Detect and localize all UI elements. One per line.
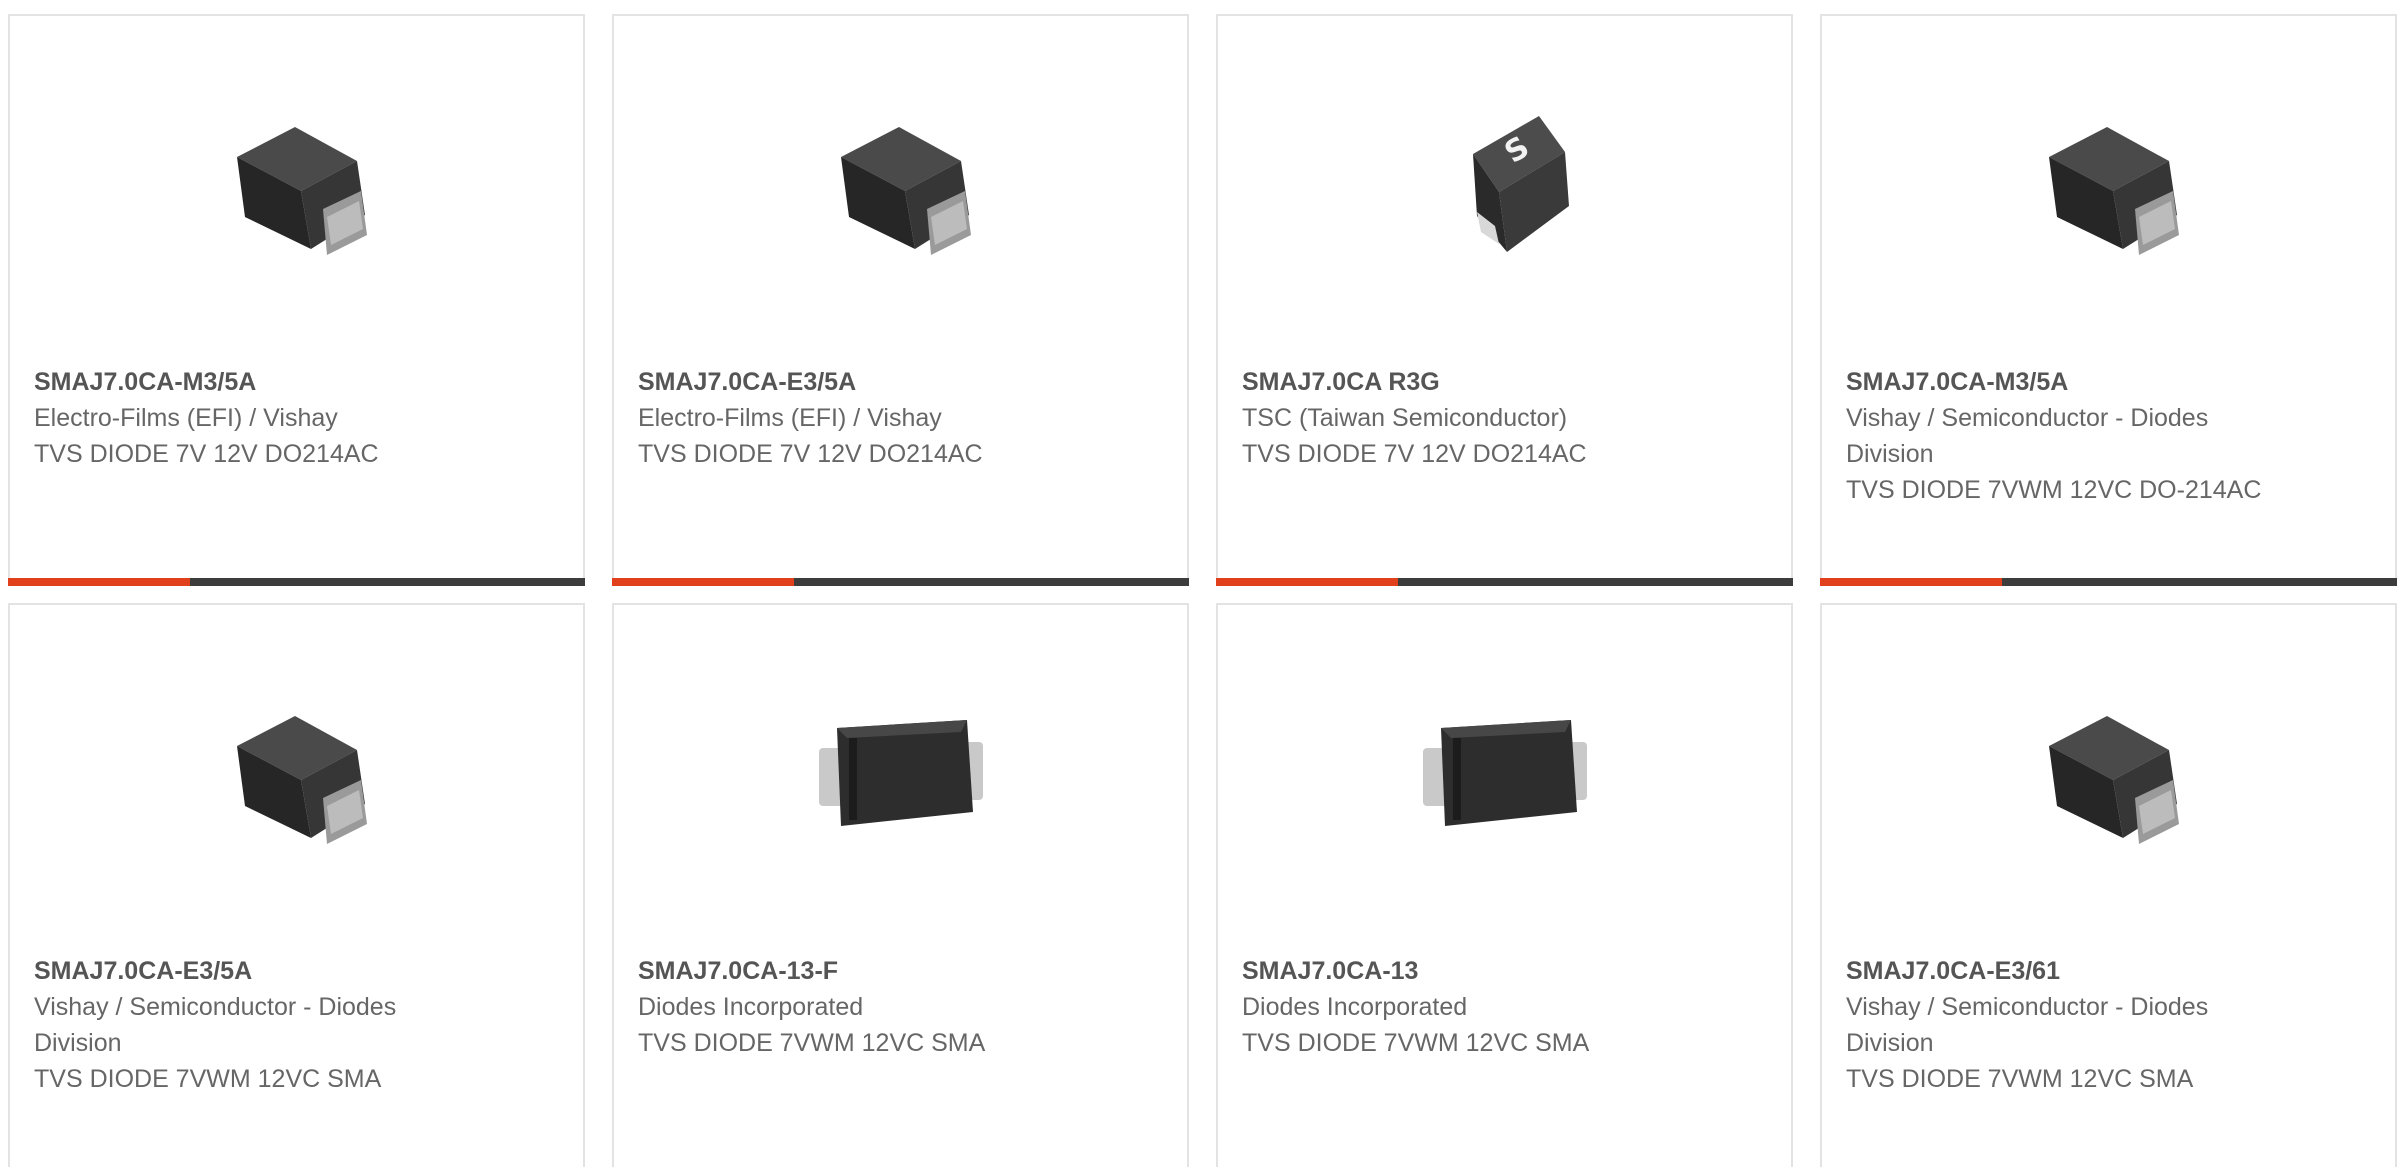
card-accent-bar (612, 578, 1189, 586)
product-grid: SMAJ7.0CA-M3/5A Electro-Films (EFI) / Vi… (0, 0, 2400, 1167)
product-details: SMAJ7.0CA-E3/5A Vishay / Semiconductor -… (34, 953, 464, 1097)
part-number[interactable]: SMAJ7.0CA-M3/5A (34, 364, 464, 400)
vishay-sma-package-icon (840, 127, 971, 255)
description: TVS DIODE 7VWM 12VC DO-214AC (1846, 476, 2262, 504)
manufacturer: TSC (Taiwan Semiconductor) (1242, 404, 1568, 432)
product-details: SMAJ7.0CA-M3/5A Vishay / Semiconductor -… (1846, 364, 2276, 508)
product-card[interactable]: SMAJ7.0CA-E3/5A Vishay / Semiconductor -… (8, 603, 585, 1167)
part-number[interactable]: SMAJ7.0CA-M3/5A (1846, 364, 2276, 400)
product-image (801, 673, 1001, 873)
description: TVS DIODE 7VWM 12VC SMA (1846, 1065, 2194, 1093)
manufacturer: Electro-Films (EFI) / Vishay (638, 404, 942, 432)
product-details: SMAJ7.0CA-E3/5A Electro-Films (EFI) / Vi… (638, 364, 1068, 472)
product-details: SMAJ7.0CA R3G TSC (Taiwan Semiconductor)… (1242, 364, 1672, 472)
description: TVS DIODE 7V 12V DO214AC (34, 440, 379, 468)
card-accent-bar (8, 578, 585, 586)
product-card[interactable]: SMAJ7.0CA-E3/5A Electro-Films (EFI) / Vi… (612, 14, 1189, 586)
manufacturer: Electro-Films (EFI) / Vishay (34, 404, 338, 432)
product-card[interactable]: SMAJ7.0CA-E3/61 Vishay / Semiconductor -… (1820, 603, 2397, 1167)
description: TVS DIODE 7V 12V DO214AC (1242, 440, 1587, 468)
card-accent-bar (1216, 578, 1793, 586)
product-image (197, 673, 397, 873)
description: TVS DIODE 7V 12V DO214AC (638, 440, 983, 468)
diodes-sma-package-icon (1422, 720, 1587, 826)
product-image (197, 84, 397, 284)
description: TVS DIODE 7VWM 12VC SMA (34, 1065, 382, 1093)
description: TVS DIODE 7VWM 12VC SMA (638, 1029, 986, 1057)
product-image: S (1405, 84, 1605, 284)
card-accent-highlight (8, 578, 190, 586)
part-number[interactable]: SMAJ7.0CA R3G (1242, 364, 1672, 400)
card-accent-highlight (612, 578, 794, 586)
product-details: SMAJ7.0CA-M3/5A Electro-Films (EFI) / Vi… (34, 364, 464, 472)
manufacturer: Diodes Incorporated (638, 993, 864, 1021)
part-number[interactable]: SMAJ7.0CA-13-F (638, 953, 1068, 989)
product-image (1405, 673, 1605, 873)
part-number[interactable]: SMAJ7.0CA-E3/61 (1846, 953, 2276, 989)
part-number[interactable]: SMAJ7.0CA-E3/5A (638, 364, 1068, 400)
vishay-sma-package-icon (2048, 716, 2179, 844)
product-card[interactable]: SMAJ7.0CA-13-F Diodes Incorporated TVS D… (612, 603, 1189, 1167)
vishay-sma-package-icon (236, 127, 367, 255)
card-accent-bar (1820, 578, 2397, 586)
tsc-sma-package-icon: S (1472, 116, 1569, 252)
product-card[interactable]: SMAJ7.0CA-M3/5A Vishay / Semiconductor -… (1820, 14, 2397, 586)
diodes-sma-package-icon (818, 720, 983, 826)
manufacturer: Vishay / Semiconductor - Diodes Division (1846, 404, 2209, 468)
part-number[interactable]: SMAJ7.0CA-E3/5A (34, 953, 464, 989)
product-card[interactable]: S SMAJ7.0CA R3G TSC (Taiwan Semiconducto… (1216, 14, 1793, 586)
product-card[interactable]: SMAJ7.0CA-13 Diodes Incorporated TVS DIO… (1216, 603, 1793, 1167)
product-image (801, 84, 1001, 284)
product-image (2009, 84, 2209, 284)
product-details: SMAJ7.0CA-13-F Diodes Incorporated TVS D… (638, 953, 1068, 1061)
vishay-sma-package-icon (2048, 127, 2179, 255)
product-details: SMAJ7.0CA-E3/61 Vishay / Semiconductor -… (1846, 953, 2276, 1097)
card-accent-highlight (1216, 578, 1398, 586)
manufacturer: Diodes Incorporated (1242, 993, 1468, 1021)
manufacturer: Vishay / Semiconductor - Diodes Division (1846, 993, 2209, 1057)
part-number[interactable]: SMAJ7.0CA-13 (1242, 953, 1672, 989)
product-details: SMAJ7.0CA-13 Diodes Incorporated TVS DIO… (1242, 953, 1672, 1061)
product-image (2009, 673, 2209, 873)
manufacturer: Vishay / Semiconductor - Diodes Division (34, 993, 397, 1057)
description: TVS DIODE 7VWM 12VC SMA (1242, 1029, 1590, 1057)
vishay-sma-package-icon (236, 716, 367, 844)
card-accent-highlight (1820, 578, 2002, 586)
product-card[interactable]: SMAJ7.0CA-M3/5A Electro-Films (EFI) / Vi… (8, 14, 585, 586)
